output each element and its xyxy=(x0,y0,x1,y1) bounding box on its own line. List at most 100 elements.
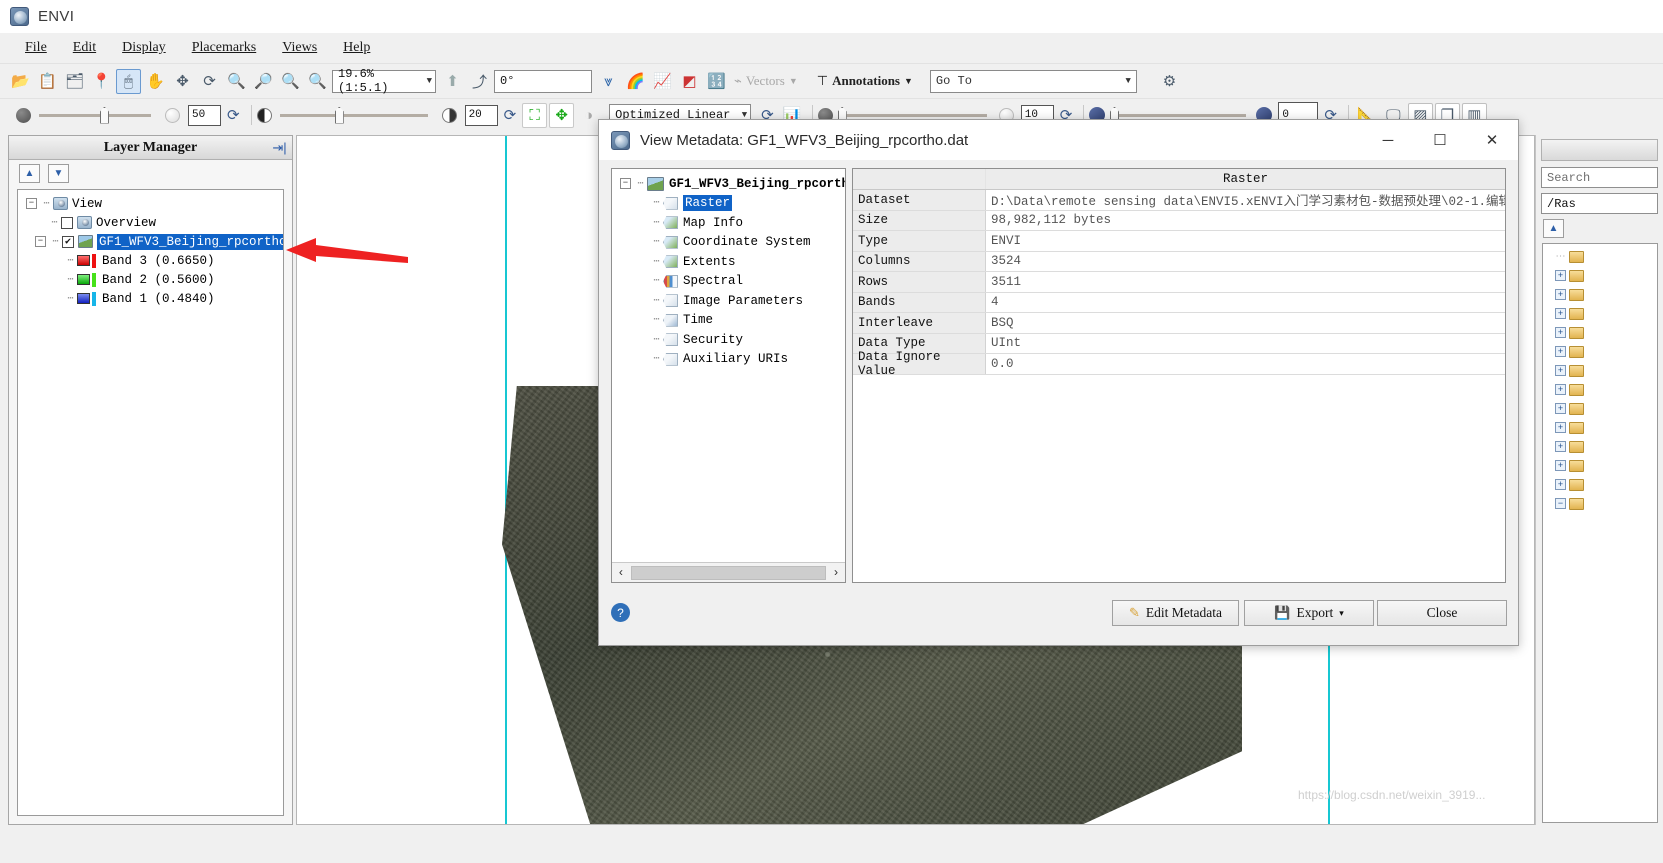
scrollbar-thumb[interactable] xyxy=(631,565,826,580)
placemark-pin-icon[interactable]: 📍 xyxy=(89,69,114,94)
edit-metadata-button[interactable]: ✎ Edit Metadata xyxy=(1112,600,1239,626)
table-row[interactable]: Columns 3524 xyxy=(853,251,1505,272)
layer-up-icon[interactable]: ⬆ xyxy=(440,69,465,94)
layer-node-view[interactable]: − ⋯ View xyxy=(18,194,283,213)
toolbox-row[interactable]: + xyxy=(1543,342,1657,361)
expander-icon[interactable]: + xyxy=(1555,384,1566,395)
expander-icon[interactable]: + xyxy=(1555,346,1566,357)
metadata-item-spectral[interactable]: ⋯ Spectral xyxy=(612,272,845,292)
metadata-item-map-info[interactable]: ⋯ Map Info xyxy=(612,213,845,233)
fly-icon[interactable]: ✥ xyxy=(170,69,195,94)
transparency-knob-icon[interactable] xyxy=(16,107,31,123)
chevron-left-icon[interactable]: ‹ xyxy=(612,566,630,580)
chevron-right-icon[interactable]: › xyxy=(827,566,845,580)
metadata-tree-hscrollbar[interactable]: ‹ › xyxy=(612,562,845,582)
roi-tool-icon[interactable]: ◩ xyxy=(677,69,702,94)
zoom-level-combo[interactable]: 19.6% (1:5.1) ▼ xyxy=(332,67,436,95)
goto-input[interactable]: Go To ▼ xyxy=(929,69,1137,93)
vectors-menu[interactable]: ⌁ Vectors ▼ xyxy=(734,73,798,89)
toolbox-tree[interactable]: ⋯ + + + + + + + + + + + + − xyxy=(1542,243,1658,823)
expander-icon[interactable]: + xyxy=(1555,365,1566,376)
toolbox-row[interactable]: ⋯ xyxy=(1543,247,1657,266)
table-row[interactable]: Dataset D:\Data\remote sensing data\ENVI… xyxy=(853,190,1505,211)
dialog-title-bar[interactable]: View Metadata: GF1_WFV3_Beijing_rpcortho… xyxy=(599,120,1518,160)
brightness-thumb[interactable] xyxy=(334,106,344,124)
expander-icon[interactable]: + xyxy=(1555,403,1566,414)
close-button[interactable]: ✕ xyxy=(1466,120,1518,160)
metadata-item-coordinate-system[interactable]: ⋯ Coordinate System xyxy=(612,233,845,253)
select-arrow-icon[interactable]: 🖱 xyxy=(116,68,141,94)
spectral-profile-icon[interactable]: ⩔ xyxy=(596,69,621,94)
move-layer-down-button[interactable]: ▼ xyxy=(48,164,69,183)
expander-icon[interactable]: − xyxy=(620,178,631,190)
minimize-button[interactable]: ─ xyxy=(1362,120,1414,160)
pin-panel-icon[interactable]: ⇥| xyxy=(271,139,288,156)
overview-checkbox[interactable] xyxy=(61,216,73,229)
brightness-slider[interactable] xyxy=(279,106,428,124)
toolbox-up-button[interactable]: ▲ xyxy=(1543,219,1564,238)
refresh-icon[interactable]: ⟳ xyxy=(504,106,517,124)
expander-icon[interactable]: − xyxy=(1555,498,1566,509)
multi-spectral-icon[interactable]: 🌈 xyxy=(623,69,648,94)
menu-views[interactable]: Views xyxy=(269,38,330,58)
band-math-icon[interactable]: 🔢 xyxy=(704,69,729,94)
metadata-item-raster[interactable]: ⋯ Raster xyxy=(612,194,845,214)
metadata-item-extents[interactable]: ⋯ Extents xyxy=(612,252,845,272)
toolbox-row[interactable]: − xyxy=(1543,494,1657,513)
toolbox-row[interactable]: + xyxy=(1543,418,1657,437)
metadata-item-time[interactable]: ⋯ Time xyxy=(612,311,845,331)
toolbox-row[interactable]: + xyxy=(1543,437,1657,456)
portal-icon[interactable]: ⛶ xyxy=(522,102,548,128)
metadata-category-tree[interactable]: − ⋯ GF1_WFV3_Beijing_rpcortho. ⋯ Raster … xyxy=(611,168,846,583)
transparency-slider[interactable] xyxy=(39,106,151,124)
table-row[interactable]: Rows 3511 xyxy=(853,272,1505,293)
transparency-thumb[interactable] xyxy=(99,106,109,124)
menu-edit[interactable]: Edit xyxy=(60,38,109,58)
layer-node-overview[interactable]: ⋯ Overview xyxy=(18,213,283,232)
sharpen-slider[interactable] xyxy=(1110,106,1247,124)
menu-file[interactable]: File xyxy=(12,38,60,58)
metadata-item-image-parameters[interactable]: ⋯ Image Parameters xyxy=(612,291,845,311)
table-row[interactable]: Size 98,982,112 bytes xyxy=(853,210,1505,231)
crop-icon[interactable]: 🗂 xyxy=(62,69,87,94)
expander-icon[interactable]: − xyxy=(35,236,46,247)
open-file-icon[interactable]: 📂 xyxy=(8,69,33,94)
layer-node-raster[interactable]: − ⋯ ✔ GF1_WFV3_Beijing_rpcortho. xyxy=(18,232,283,251)
layer-node-band2[interactable]: ⋯ Band 2 (0.5600) xyxy=(18,270,283,289)
toolbox-row[interactable]: + xyxy=(1543,456,1657,475)
layer-tree[interactable]: − ⋯ View ⋯ Overview − ⋯ ✔ GF1_WFV3_Beiji… xyxy=(17,189,284,816)
expander-icon[interactable]: + xyxy=(1555,460,1566,471)
table-row[interactable]: Bands 4 xyxy=(853,292,1505,313)
raster-checkbox[interactable]: ✔ xyxy=(62,235,74,248)
expander-icon[interactable]: + xyxy=(1555,441,1566,452)
help-button[interactable]: ? xyxy=(611,603,630,622)
move-layer-up-button[interactable]: ▲ xyxy=(19,164,40,183)
menu-placemarks[interactable]: Placemarks xyxy=(179,38,270,58)
toolbox-path-field[interactable]: /Ras xyxy=(1541,193,1658,214)
expander-icon[interactable]: − xyxy=(26,198,37,209)
zoom-in-icon[interactable]: 🔎 xyxy=(251,69,276,94)
refresh-icon[interactable]: ⟳ xyxy=(227,106,240,124)
metadata-item-auxiliary-uris[interactable]: ⋯ Auxiliary URIs xyxy=(612,350,845,370)
layer-rotate-icon[interactable]: ⤴ xyxy=(467,69,492,94)
zoom-region-icon[interactable]: 🔍 xyxy=(305,69,330,94)
expander-icon[interactable]: + xyxy=(1555,327,1566,338)
transparency-value-field[interactable]: 50 xyxy=(188,104,221,126)
expander-icon[interactable]: + xyxy=(1555,289,1566,300)
export-button[interactable]: 💾 Export ▾ xyxy=(1244,600,1374,626)
rotation-input[interactable]: 0° xyxy=(494,69,592,93)
expander-icon[interactable]: + xyxy=(1555,479,1566,490)
layer-node-band3[interactable]: ⋯ Band 3 (0.6650) xyxy=(18,251,283,270)
zoom-to-fit-icon[interactable]: 🔍 xyxy=(224,69,249,94)
layer-node-band1[interactable]: ⋯ Band 1 (0.4840) xyxy=(18,289,283,308)
maximize-button[interactable]: ☐ xyxy=(1414,120,1466,160)
toolbox-row[interactable]: + xyxy=(1543,475,1657,494)
close-dialog-button[interactable]: Close xyxy=(1377,600,1507,626)
brightness-knob-icon[interactable] xyxy=(256,107,272,123)
toolbox-row[interactable]: + xyxy=(1543,380,1657,399)
expander-icon[interactable]: + xyxy=(1555,270,1566,281)
zoom-out-icon[interactable]: 🔍 xyxy=(278,69,303,94)
contrast-slider[interactable] xyxy=(837,106,987,124)
table-row[interactable]: Type ENVI xyxy=(853,231,1505,252)
settings-gear-icon[interactable]: ⚙ xyxy=(1157,69,1182,94)
